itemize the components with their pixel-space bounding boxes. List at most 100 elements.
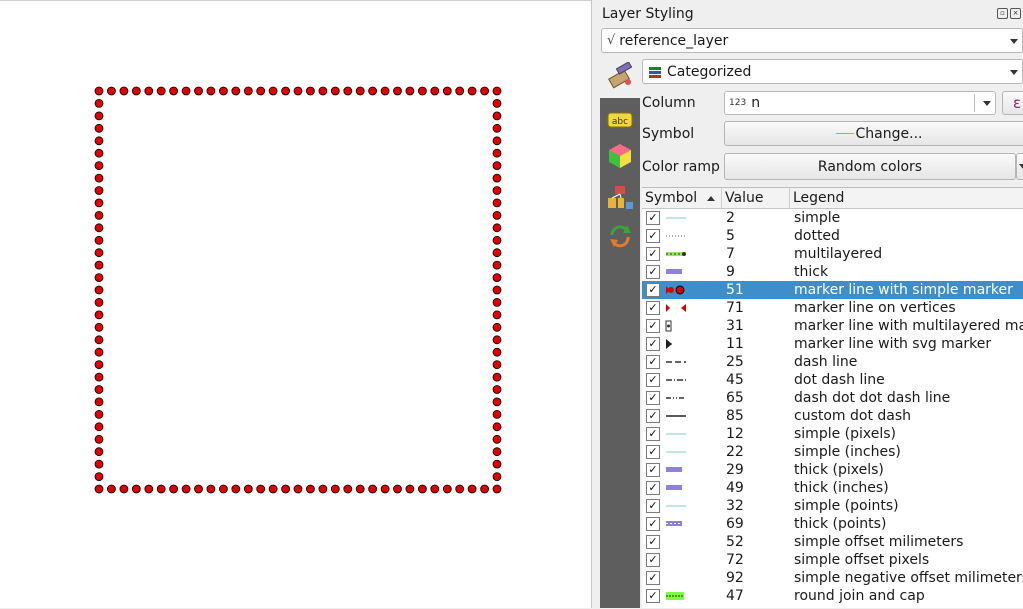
category-legend: thick (pixels)	[794, 462, 884, 478]
table-row[interactable]: ✓ 47 round join and cap	[642, 587, 1023, 605]
expression-button[interactable]: ε	[1002, 91, 1023, 115]
category-checkbox[interactable]: ✓	[646, 265, 660, 279]
symbol-preview-icon[interactable]	[664, 318, 690, 334]
category-checkbox[interactable]: ✓	[646, 427, 660, 441]
symbol-preview-icon[interactable]	[664, 480, 690, 496]
symbol-preview-icon[interactable]	[664, 228, 690, 244]
category-checkbox[interactable]: ✓	[646, 283, 660, 297]
table-row[interactable]: ✓ 45 dot dash line	[642, 371, 1023, 389]
marker-point	[194, 86, 203, 96]
history-icon[interactable]	[605, 222, 635, 250]
table-row[interactable]: ✓ 12 simple (pixels)	[642, 425, 1023, 443]
category-checkbox[interactable]: ✓	[646, 247, 660, 261]
marker-point	[293, 86, 303, 96]
table-row[interactable]: ✓ 7 multilayered	[642, 245, 1023, 263]
categories-table[interactable]: Symbol Value Legend ✓ 2 simple ✓ 5 dotted ✓ 7 mu…	[642, 187, 1023, 608]
symbol-preview-icon[interactable]	[664, 336, 690, 352]
table-row[interactable]: ✓ 25 dash line	[642, 353, 1023, 371]
category-checkbox[interactable]: ✓	[646, 589, 660, 603]
table-row[interactable]: ✓ 52 simple offset milimeters	[642, 533, 1023, 551]
marker-point	[94, 434, 104, 444]
float-icon[interactable]: ▫	[997, 8, 1008, 19]
symbol-preview-icon[interactable]	[664, 516, 690, 532]
close-icon[interactable]: ×	[1010, 8, 1021, 19]
table-row[interactable]: ✓ 92 simple negative offset milimeters	[642, 569, 1023, 587]
marker-point	[231, 484, 241, 494]
category-checkbox[interactable]: ✓	[646, 553, 660, 567]
table-row[interactable]: ✓ 22 simple (inches)	[642, 443, 1023, 461]
category-checkbox[interactable]: ✓	[646, 517, 660, 531]
category-checkbox[interactable]: ✓	[646, 211, 660, 225]
symbol-preview-icon[interactable]	[664, 282, 690, 298]
category-checkbox[interactable]: ✓	[646, 391, 660, 405]
symbol-preview-icon[interactable]	[664, 408, 690, 424]
renderer-combo[interactable]: Categorized	[642, 59, 1023, 84]
color-ramp-button[interactable]: Random colors	[724, 153, 1016, 180]
header-symbol[interactable]: Symbol	[642, 188, 722, 208]
table-row[interactable]: ✓ 65 dash dot dot dash line	[642, 389, 1023, 407]
symbol-preview-icon[interactable]	[664, 588, 690, 604]
symbol-preview-icon[interactable]	[664, 498, 690, 514]
category-checkbox[interactable]: ✓	[646, 301, 660, 315]
category-checkbox[interactable]: ✓	[646, 409, 660, 423]
marker-point	[119, 484, 129, 494]
marker-point	[380, 484, 390, 494]
column-combo-value: n	[751, 95, 761, 111]
change-symbol-label: Change...	[855, 125, 923, 142]
table-row[interactable]: ✓ 32 simple (points)	[642, 497, 1023, 515]
table-row[interactable]: ✓ 85 custom dot dash	[642, 407, 1023, 425]
category-checkbox[interactable]: ✓	[646, 355, 660, 369]
category-value: 29	[726, 462, 744, 478]
category-legend: dash dot dot dash line	[794, 390, 951, 406]
category-checkbox[interactable]: ✓	[646, 463, 660, 477]
change-symbol-button[interactable]: Change...	[724, 121, 1023, 146]
header-value[interactable]: Value	[722, 188, 790, 208]
symbol-preview-icon[interactable]	[664, 300, 690, 316]
table-row[interactable]: ✓ 9 thick	[642, 263, 1023, 281]
category-checkbox[interactable]: ✓	[646, 373, 660, 387]
symbol-preview-icon[interactable]	[664, 354, 690, 370]
symbol-preview-icon[interactable]	[664, 444, 690, 460]
symbol-preview-icon[interactable]	[664, 552, 690, 568]
table-row[interactable]: ✓ 72 simple offset pixels	[642, 551, 1023, 569]
table-row[interactable]: ✓ 49 thick (inches)	[642, 479, 1023, 497]
table-row[interactable]: ✓ 11 marker line with svg marker	[642, 335, 1023, 353]
table-row[interactable]: ✓ 29 thick (pixels)	[642, 461, 1023, 479]
symbol-preview-icon[interactable]	[664, 426, 690, 442]
category-checkbox[interactable]: ✓	[646, 445, 660, 459]
table-row[interactable]: ✓ 2 simple	[642, 209, 1023, 227]
symbol-preview-icon[interactable]	[664, 390, 690, 406]
table-row[interactable]: ✓ 31 marker line with multilayered mar	[642, 317, 1023, 335]
diagrams-icon[interactable]	[605, 184, 635, 212]
category-checkbox[interactable]: ✓	[646, 229, 660, 243]
table-row[interactable]: ✓ 5 dotted	[642, 227, 1023, 245]
header-legend[interactable]: Legend	[790, 188, 1023, 208]
table-row[interactable]: ✓ 69 thick (points)	[642, 515, 1023, 533]
table-row[interactable]: ✓ 71 marker line on vertices	[642, 299, 1023, 317]
labels-icon[interactable]: abc	[605, 106, 635, 134]
category-checkbox[interactable]: ✓	[646, 571, 660, 585]
marker-point	[492, 434, 502, 444]
table-row[interactable]: ✓ 51 marker line with simple marker	[642, 281, 1023, 299]
symbol-preview-icon[interactable]	[664, 264, 690, 280]
symbol-preview-icon[interactable]	[664, 570, 690, 586]
symbol-preview-icon[interactable]	[664, 462, 690, 478]
symbol-preview-icon[interactable]	[664, 372, 690, 388]
panel-splitter[interactable]	[591, 0, 599, 608]
color-ramp-menu-button[interactable]	[1016, 153, 1023, 180]
category-checkbox[interactable]: ✓	[646, 319, 660, 333]
marker-point	[169, 86, 179, 96]
marker-point	[492, 223, 502, 233]
symbol-preview-icon[interactable]	[664, 534, 690, 550]
category-checkbox[interactable]: ✓	[646, 499, 660, 513]
category-checkbox[interactable]: ✓	[646, 337, 660, 351]
category-legend: simple (inches)	[794, 444, 901, 460]
category-checkbox[interactable]: ✓	[646, 481, 660, 495]
map-canvas[interactable]	[0, 0, 591, 608]
3d-view-icon[interactable]	[605, 142, 635, 170]
category-checkbox[interactable]: ✓	[646, 535, 660, 549]
layer-combo[interactable]: √ reference_layer	[601, 28, 1023, 53]
symbol-preview-icon[interactable]	[664, 210, 690, 226]
column-combo[interactable]: 123 n	[724, 91, 996, 115]
symbol-preview-icon[interactable]	[664, 246, 690, 262]
